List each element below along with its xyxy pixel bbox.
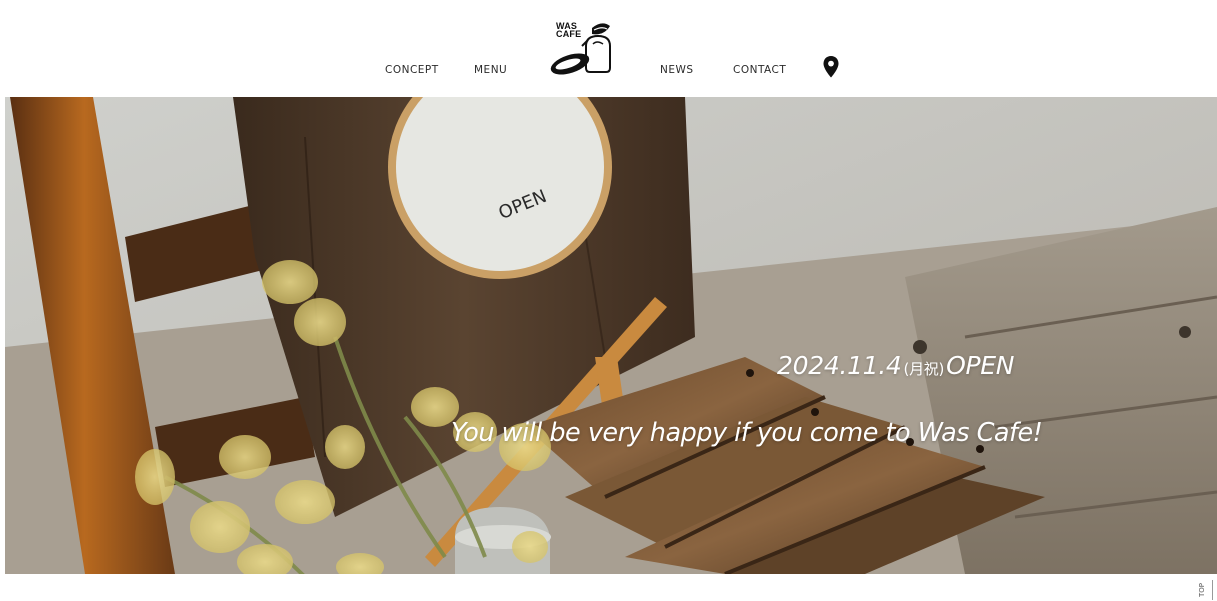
opening-holiday-label: (月祝): [903, 360, 945, 378]
nav-link-menu[interactable]: MENU: [474, 64, 507, 76]
logo-wordmark: WAS CAFE: [556, 22, 582, 39]
page: CONCEPT MENU WAS CAFE NEWS CONTACT OPEN …: [0, 0, 1217, 601]
nav-link-contact[interactable]: CONTACT: [733, 64, 786, 76]
hero-photo: OPEN: [5, 97, 1217, 574]
logo-text-cafe: CAFE: [556, 29, 582, 39]
opening-open-label: OPEN: [946, 351, 1015, 380]
site-header: CONCEPT MENU WAS CAFE NEWS CONTACT: [0, 0, 1217, 96]
hero-tagline: You will be very happy if you come to Wa…: [451, 418, 1043, 448]
hero-section: OPEN 2024.11.4 (月祝)OPEN You will be very…: [5, 97, 1217, 574]
nav-link-news[interactable]: NEWS: [660, 64, 694, 76]
map-pin-icon[interactable]: [822, 55, 840, 79]
nav-link-concept[interactable]: CONCEPT: [385, 64, 439, 76]
back-to-top-button[interactable]: TOP: [1196, 580, 1213, 600]
site-logo[interactable]: WAS CAFE: [548, 18, 618, 80]
opening-date-value: 2024.11.4: [777, 351, 902, 380]
opening-date: 2024.11.4 (月祝)OPEN: [777, 351, 1014, 380]
